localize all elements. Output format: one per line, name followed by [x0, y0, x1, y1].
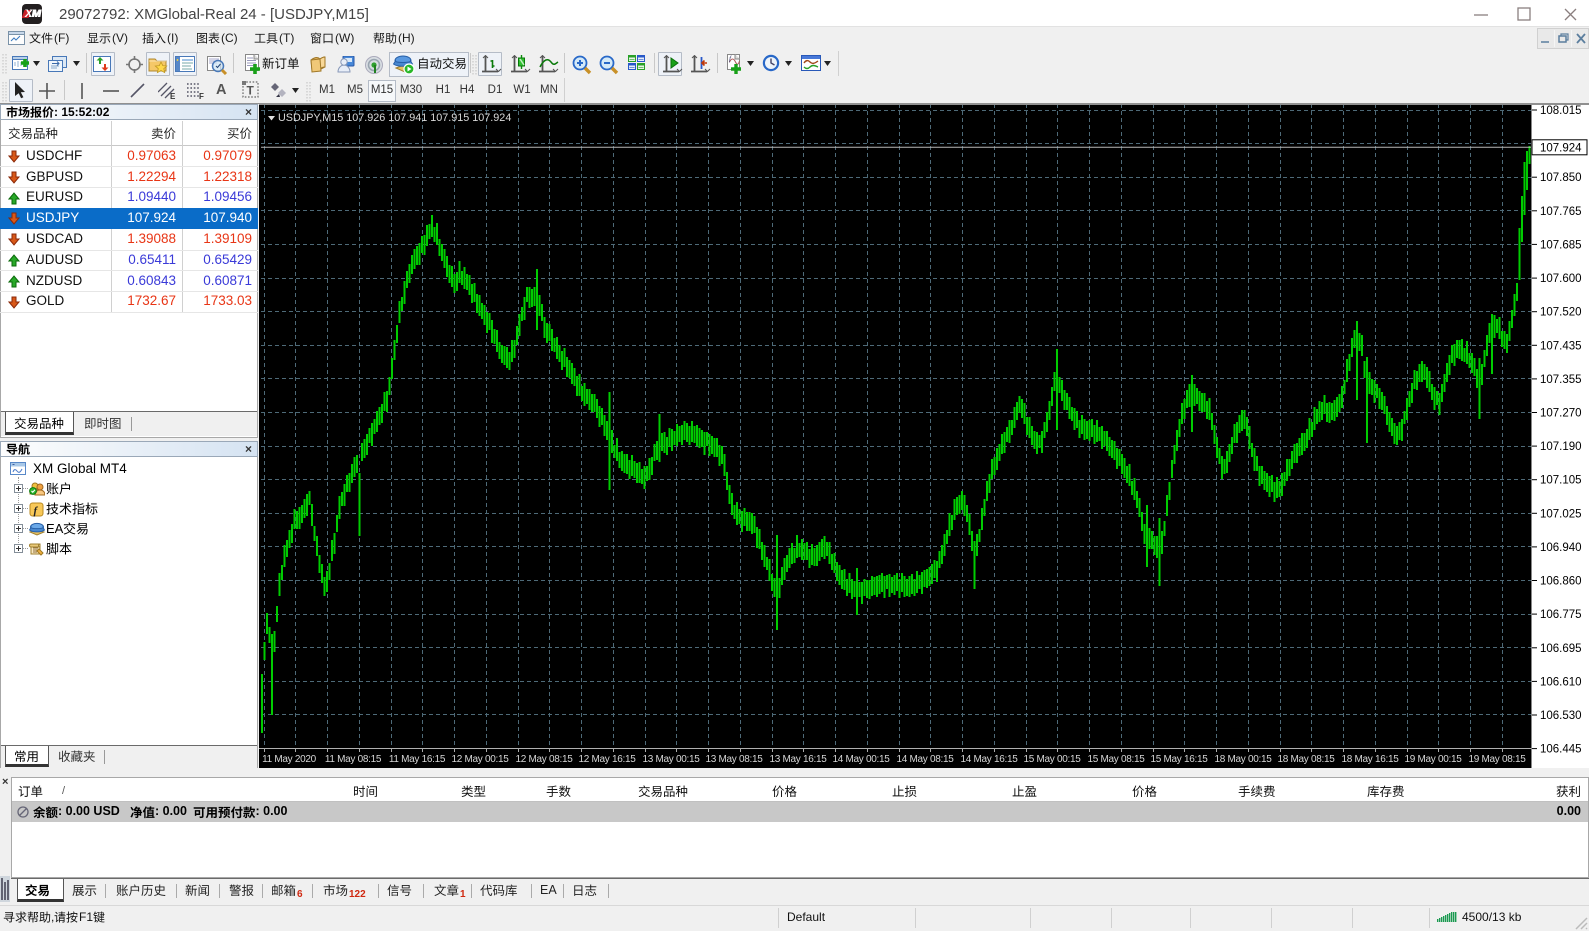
svg-text:14 May 00:15: 14 May 00:15: [833, 754, 891, 765]
svg-text:18 May 16:15: 18 May 16:15: [1342, 754, 1400, 765]
svg-text:107.765: 107.765: [1540, 206, 1582, 218]
svg-text:18 May 08:15: 18 May 08:15: [1278, 754, 1336, 765]
svg-text:107.520: 107.520: [1540, 307, 1582, 319]
svg-text:12 May 08:15: 12 May 08:15: [516, 754, 574, 765]
svg-text:107.355: 107.355: [1540, 374, 1582, 386]
svg-text:13 May 16:15: 13 May 16:15: [770, 754, 828, 765]
svg-text:106.940: 106.940: [1540, 542, 1582, 554]
svg-text:108.015: 108.015: [1540, 105, 1582, 117]
svg-text:T: T: [247, 84, 255, 98]
svg-text:107.924: 107.924: [1540, 142, 1582, 154]
svg-text:13 May 08:15: 13 May 08:15: [706, 754, 764, 765]
svg-text:107.025: 107.025: [1540, 508, 1582, 520]
svg-text:15 May 16:15: 15 May 16:15: [1151, 754, 1209, 765]
svg-text:18 May 00:15: 18 May 00:15: [1215, 754, 1273, 765]
svg-text:107.685: 107.685: [1540, 239, 1582, 251]
svg-text:19 May 00:15: 19 May 00:15: [1405, 754, 1463, 765]
svg-text:106.695: 106.695: [1540, 643, 1582, 655]
svg-text:15 May 00:15: 15 May 00:15: [1024, 754, 1082, 765]
svg-text:106.445: 106.445: [1540, 744, 1582, 756]
svg-text:106.775: 106.775: [1540, 609, 1582, 621]
svg-text:19 May 08:15: 19 May 08:15: [1469, 754, 1527, 765]
svg-text:11 May 2020: 11 May 2020: [262, 754, 317, 765]
svg-text:107.600: 107.600: [1540, 273, 1582, 285]
svg-text:15 May 08:15: 15 May 08:15: [1088, 754, 1146, 765]
svg-text:13 May 00:15: 13 May 00:15: [643, 754, 701, 765]
svg-text:106.530: 106.530: [1540, 710, 1582, 722]
svg-text:107.270: 107.270: [1540, 408, 1582, 420]
svg-text:14 May 16:15: 14 May 16:15: [961, 754, 1019, 765]
svg-text:12 May 00:15: 12 May 00:15: [452, 754, 510, 765]
svg-text:107.105: 107.105: [1540, 475, 1582, 487]
svg-text:14 May 08:15: 14 May 08:15: [897, 754, 955, 765]
svg-text:E: E: [170, 92, 176, 100]
svg-text:107.190: 107.190: [1540, 441, 1582, 453]
svg-text:107.850: 107.850: [1540, 172, 1582, 184]
svg-text:107.435: 107.435: [1540, 340, 1582, 352]
svg-text:106.610: 106.610: [1540, 676, 1582, 688]
svg-text:12 May 16:15: 12 May 16:15: [579, 754, 637, 765]
svg-text:11 May 08:15: 11 May 08:15: [325, 754, 382, 765]
svg-text:F: F: [199, 92, 204, 100]
svg-text:11 May 16:15: 11 May 16:15: [389, 754, 446, 765]
svg-text:106.860: 106.860: [1540, 576, 1582, 588]
svg-text:USDJPY,M15 107.926 107.941 10: USDJPY,M15 107.926 107.941 107.915 107.9…: [278, 112, 511, 124]
